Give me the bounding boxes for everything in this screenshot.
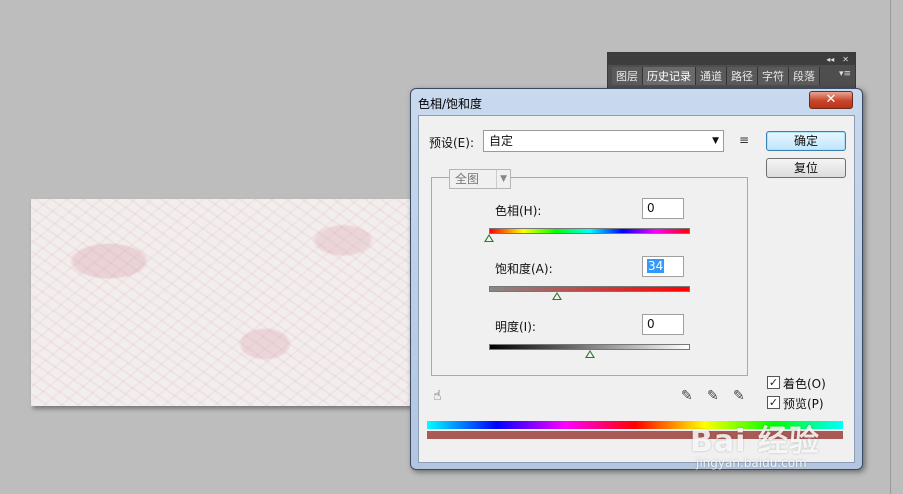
preset-select[interactable]: 自定 ▼ [483,130,724,152]
panel-tabs: 图层 历史记录 通道 路径 字符 段落 ▾≡ [608,67,855,85]
dialog-client: 预设(E): 自定 ▼ ≡ 确定 复位 全图 ▼ 色相(H): 0 饱和度(A)… [418,115,855,463]
reset-button[interactable]: 复位 [766,158,846,178]
preset-label: 预设(E): [429,136,474,150]
saturation-slider-track[interactable] [489,286,690,292]
ok-button[interactable]: 确定 [766,131,846,151]
tab-channels[interactable]: 通道 [696,67,727,85]
colorize-label: 着色(O) [783,377,826,391]
channel-select[interactable]: 全图 ▼ [449,169,511,189]
watermark-logo: Bai 经验 [690,424,820,459]
lightness-slider-thumb[interactable] [584,350,595,358]
panel-group: ◂◂ ✕ 图层 历史记录 通道 路径 字符 段落 ▾≡ [607,52,856,92]
hue-input[interactable]: 0 [642,198,684,219]
saturation-label: 饱和度(A): [495,262,553,276]
saturation-input[interactable]: 34 [642,256,684,277]
preset-options-icon[interactable]: ≡ [739,133,749,147]
eyedropper-icon[interactable]: ✎ [681,388,693,404]
hue-label: 色相(H): [495,204,542,218]
watermark-url: jingyan.baidu.com [696,456,807,470]
lightness-label: 明度(I): [495,320,536,334]
preview-label: 预览(P) [783,397,824,411]
channel-value: 全图 [455,172,480,186]
close-icon[interactable]: ✕ [842,55,849,64]
saturation-slider-thumb[interactable] [552,292,563,300]
eyedropper-minus-icon[interactable]: ✎ [733,388,745,404]
lightness-value: 0 [647,317,655,331]
chevron-down-icon: ▼ [712,136,719,146]
document-canvas[interactable] [31,199,421,406]
tab-layers[interactable]: 图层 [612,67,643,85]
preview-checkbox[interactable]: ✓ [767,396,780,409]
colorize-checkbox[interactable]: ✓ [767,376,780,389]
saturation-value: 34 [647,259,665,273]
dialog-title: 色相/饱和度 [418,97,483,111]
hue-slider-thumb[interactable] [484,234,494,242]
hue-saturation-dialog: 色相/饱和度 ✕ 预设(E): 自定 ▼ ≡ 确定 复位 全图 ▼ 色相(H):… [410,88,863,470]
panel-titlebar: ◂◂ ✕ [608,53,855,65]
panel-menu-icon[interactable]: ▾≡ [835,67,855,85]
hand-adjust-icon[interactable]: ☝ [433,388,442,404]
hue-value: 0 [647,201,655,215]
check-icon: ✓ [768,396,779,409]
lightness-input[interactable]: 0 [642,314,684,335]
eyedropper-plus-icon[interactable]: ✎ [707,388,719,404]
tab-character[interactable]: 字符 [758,67,789,85]
tab-paths[interactable]: 路径 [727,67,758,85]
tab-paragraph[interactable]: 段落 [789,67,820,85]
workspace-edge [890,0,891,494]
collapse-icon[interactable]: ◂◂ [826,55,834,64]
check-icon: ✓ [768,376,779,389]
preset-value: 自定 [489,134,514,148]
watermark: Bai 经验 jingyan.baidu.com [690,416,820,470]
tab-history[interactable]: 历史记录 [643,67,696,85]
close-button[interactable]: ✕ [809,91,853,109]
hue-slider-track[interactable] [489,228,690,234]
chevron-down-icon: ▼ [496,170,507,188]
